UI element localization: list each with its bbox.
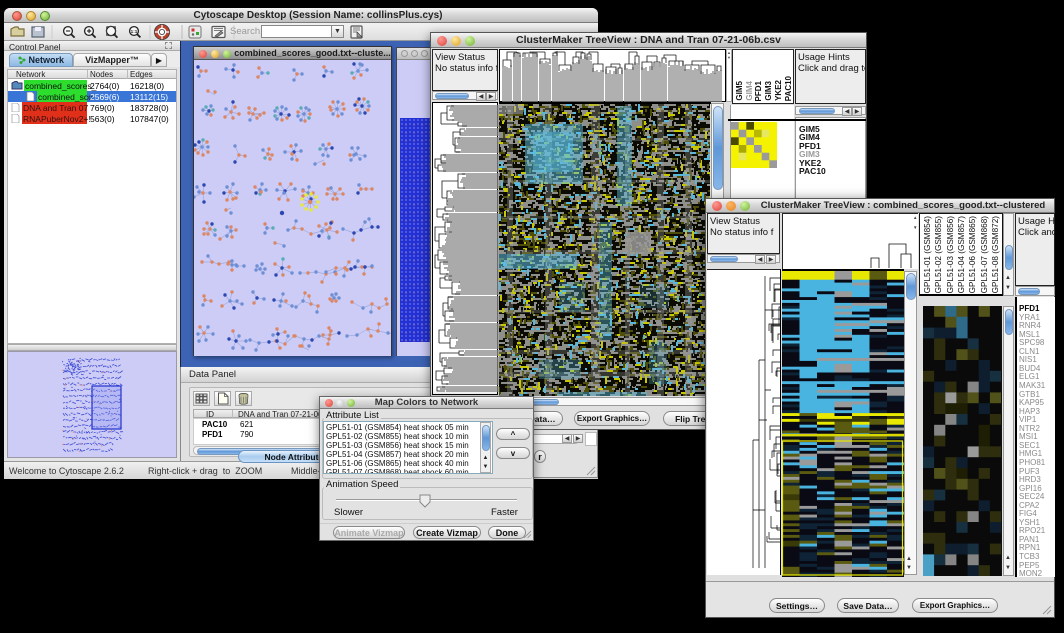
svg-text:1:1: 1:1 xyxy=(131,29,138,34)
